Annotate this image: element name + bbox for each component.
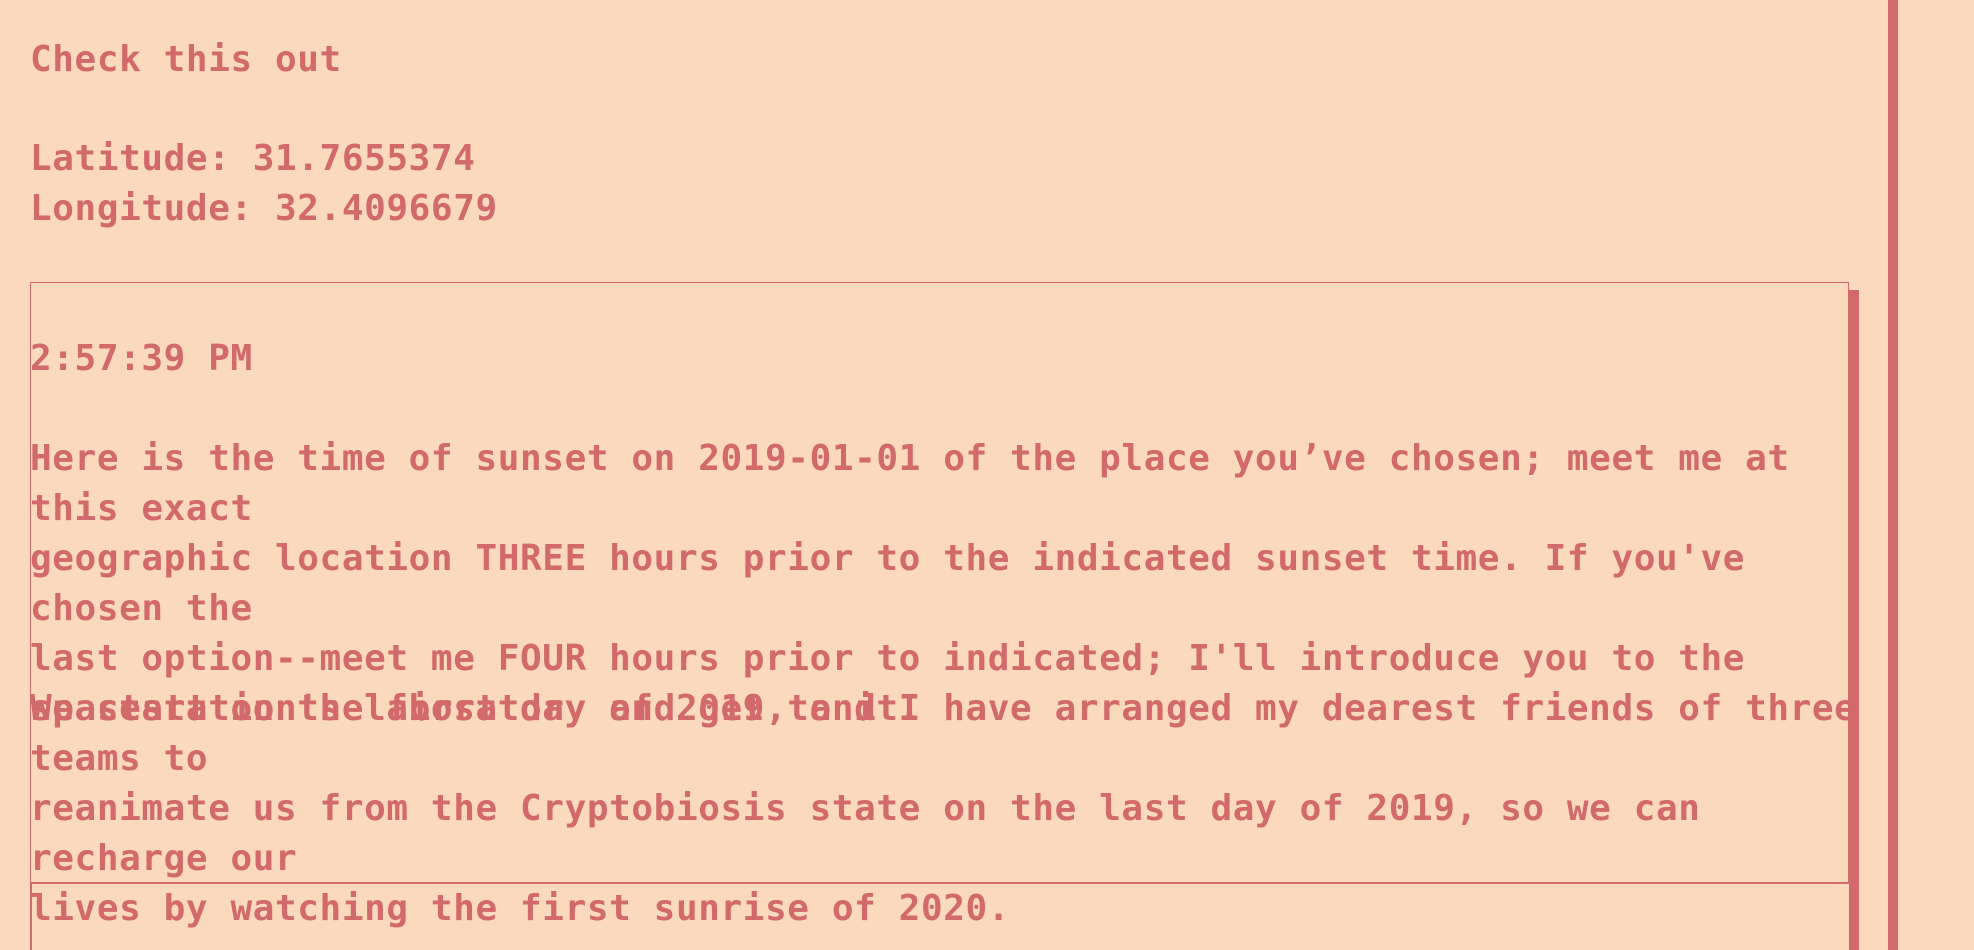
longitude-text: Longitude: 32.4096679 xyxy=(30,188,498,229)
cryptobiosis-plan-text: We start on the first day of 2019, and I… xyxy=(30,688,1857,929)
latitude-text: Latitude: 31.7655374 xyxy=(30,138,476,179)
page-scrollbar[interactable] xyxy=(1888,0,1898,950)
sunset-time: 2:57:39 PM xyxy=(30,338,253,379)
page-heading: Check this out xyxy=(30,39,342,80)
coordinates-block: Latitude: 31.7655374 Longitude: 32.40966… xyxy=(30,134,498,234)
